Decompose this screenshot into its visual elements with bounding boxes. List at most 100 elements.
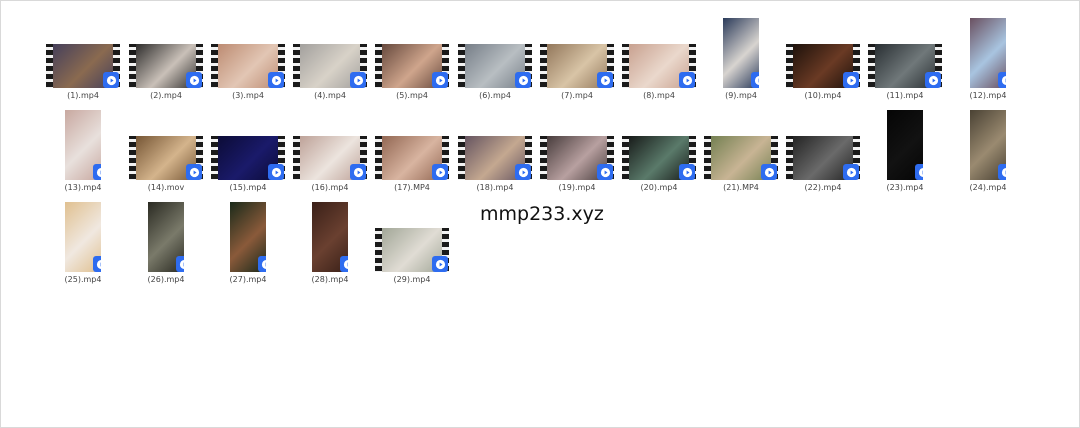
video-file-item[interactable]: (21).MP4 — [701, 110, 781, 200]
video-thumbnail — [704, 136, 778, 180]
video-file-item[interactable]: (12).mp4 — [948, 18, 1028, 108]
play-icon — [186, 72, 202, 88]
play-icon — [432, 164, 448, 180]
video-thumbnail — [723, 18, 759, 88]
video-file-item[interactable]: (28).mp4 — [290, 202, 370, 292]
video-file-item[interactable]: (5).mp4 — [372, 18, 452, 108]
thumbnail-area — [537, 110, 617, 182]
thumbnail-area — [126, 18, 206, 90]
play-icon — [258, 256, 266, 272]
video-file-item[interactable]: (6).mp4 — [455, 18, 535, 108]
play-icon — [350, 164, 366, 180]
file-name-label: (23).mp4 — [886, 183, 924, 192]
play-icon — [751, 72, 759, 88]
thumbnail-area — [537, 18, 617, 90]
video-file-item[interactable]: (11).mp4 — [865, 18, 945, 108]
thumbnail-area — [290, 110, 370, 182]
file-name-label: (12).mp4 — [969, 91, 1007, 100]
thumbnail-area — [865, 110, 945, 182]
video-file-item[interactable]: (20).mp4 — [619, 110, 699, 200]
thumbnail-area — [43, 110, 123, 182]
video-file-item[interactable]: (22).mp4 — [783, 110, 863, 200]
video-thumbnail — [293, 136, 367, 180]
video-thumbnail — [622, 44, 696, 88]
video-file-item[interactable]: (13).mp4 — [43, 110, 123, 200]
video-file-item[interactable]: (3).mp4 — [208, 18, 288, 108]
thumbnail-area — [701, 110, 781, 182]
play-icon — [93, 164, 101, 180]
video-file-item[interactable]: (7).mp4 — [537, 18, 617, 108]
file-name-label: (27).mp4 — [229, 275, 267, 284]
video-thumbnail — [375, 136, 449, 180]
video-file-item[interactable]: (16).mp4 — [290, 110, 370, 200]
play-icon — [340, 256, 348, 272]
video-thumbnail — [293, 44, 367, 88]
file-name-label: (8).mp4 — [643, 91, 675, 100]
video-file-item[interactable]: (17).MP4 — [372, 110, 452, 200]
video-thumbnail — [129, 136, 203, 180]
video-file-item[interactable]: (14).mov — [126, 110, 206, 200]
thumbnail-area — [372, 18, 452, 90]
thumbnail-area — [208, 202, 288, 274]
video-thumbnail — [887, 110, 923, 180]
file-name-label: (5).mp4 — [396, 91, 428, 100]
play-icon — [432, 256, 448, 272]
video-thumbnail — [540, 44, 614, 88]
thumbnail-area — [619, 110, 699, 182]
video-file-item[interactable]: (10).mp4 — [783, 18, 863, 108]
thumbnail-area — [208, 110, 288, 182]
video-thumbnail — [211, 44, 285, 88]
file-name-label: (24).mp4 — [969, 183, 1007, 192]
file-name-label: (13).mp4 — [64, 183, 102, 192]
video-file-item[interactable]: (27).mp4 — [208, 202, 288, 292]
video-file-item[interactable]: (24).mp4 — [948, 110, 1028, 200]
video-thumbnail — [970, 18, 1006, 88]
video-file-item[interactable]: (9).mp4 — [701, 18, 781, 108]
video-thumbnail — [458, 136, 532, 180]
video-file-item[interactable]: (8).mp4 — [619, 18, 699, 108]
video-thumbnail — [148, 202, 184, 272]
file-name-label: (17).MP4 — [394, 183, 430, 192]
video-file-item[interactable]: (1).mp4 — [43, 18, 123, 108]
play-icon — [925, 72, 941, 88]
video-file-item[interactable]: (15).mp4 — [208, 110, 288, 200]
video-file-item[interactable]: (26).mp4 — [126, 202, 206, 292]
play-icon — [515, 164, 531, 180]
play-icon — [176, 256, 184, 272]
play-icon — [915, 164, 923, 180]
thumbnail-area — [619, 18, 699, 90]
video-thumbnail — [375, 44, 449, 88]
video-thumbnail — [970, 110, 1006, 180]
play-icon — [998, 72, 1006, 88]
play-icon — [998, 164, 1006, 180]
thumbnail-area — [43, 202, 123, 274]
video-file-item[interactable]: (2).mp4 — [126, 18, 206, 108]
play-icon — [268, 72, 284, 88]
video-file-item[interactable]: (19).mp4 — [537, 110, 617, 200]
video-thumbnail — [65, 202, 101, 272]
thumbnail-area — [126, 110, 206, 182]
watermark-text: mmp233.xyz — [480, 203, 604, 225]
video-file-item[interactable]: (4).mp4 — [290, 18, 370, 108]
video-thumbnail — [65, 110, 101, 180]
file-name-label: (9).mp4 — [725, 91, 757, 100]
play-icon — [103, 72, 119, 88]
play-icon — [843, 72, 859, 88]
video-file-item[interactable]: (23).mp4 — [865, 110, 945, 200]
thumbnail-area — [372, 202, 452, 274]
file-name-label: (10).mp4 — [804, 91, 842, 100]
video-file-item[interactable]: (18).mp4 — [455, 110, 535, 200]
file-name-label: (6).mp4 — [479, 91, 511, 100]
file-name-label: (25).mp4 — [64, 275, 102, 284]
video-file-item[interactable]: (25).mp4 — [43, 202, 123, 292]
thumbnail-area — [783, 18, 863, 90]
thumbnail-area — [455, 18, 535, 90]
play-icon — [679, 164, 695, 180]
thumbnail-area — [701, 18, 781, 90]
video-thumbnail — [230, 202, 266, 272]
file-name-label: (11).mp4 — [886, 91, 924, 100]
thumbnail-area — [455, 110, 535, 182]
video-file-item[interactable]: (29).mp4 — [372, 202, 452, 292]
video-thumbnail — [211, 136, 285, 180]
file-name-label: (15).mp4 — [229, 183, 267, 192]
